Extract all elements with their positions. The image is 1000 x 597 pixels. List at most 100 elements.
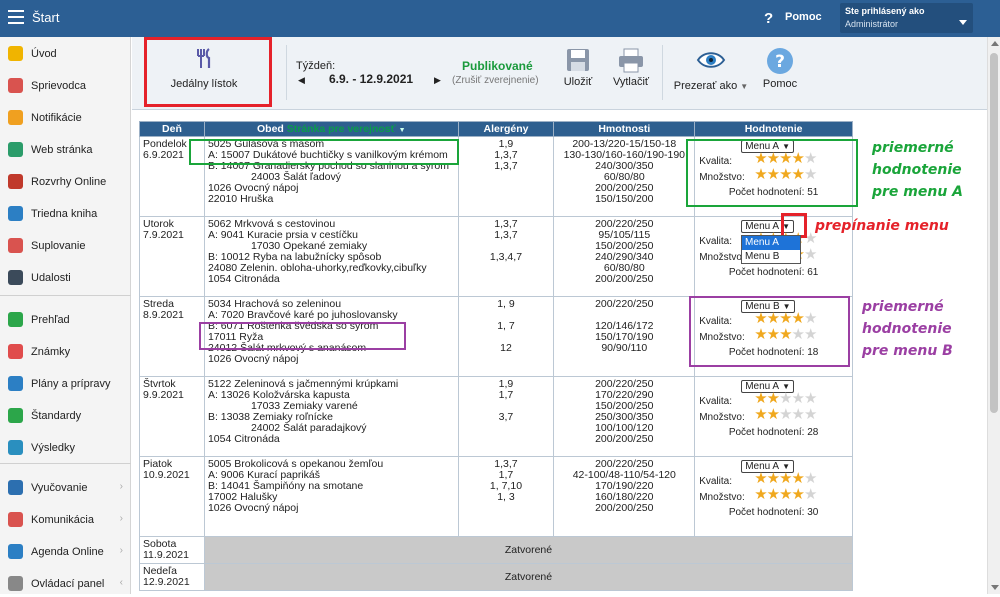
- allergen-line: 1,3,7: [494, 229, 518, 241]
- events-icon: [8, 270, 23, 285]
- sidebar-item-8[interactable]: Prehľad: [0, 307, 131, 333]
- star-icon[interactable]: ★: [779, 470, 792, 487]
- eye-icon: [696, 52, 726, 68]
- allergen-line: [462, 423, 551, 434]
- next-week-arrow-icon[interactable]: ▶: [434, 75, 441, 86]
- folder-icon: [8, 480, 23, 495]
- sidebar-item-label: Triedna kniha: [31, 208, 98, 220]
- annotation-box-green-menu-a: [189, 139, 459, 165]
- weight-line: 90/90/110: [601, 342, 648, 354]
- wand-icon: [8, 78, 23, 93]
- star-icon[interactable]: ★: [754, 470, 767, 487]
- help-link[interactable]: Pomoc: [785, 11, 822, 23]
- star-icon[interactable]: ★: [804, 246, 817, 263]
- weight-cell: 200/220/250 170/220/290 150/200/250 250/300…: [553, 376, 696, 457]
- chevron-right-icon[interactable]: ›: [120, 513, 123, 524]
- help-circle-icon: ?: [767, 48, 793, 74]
- person-icon: [8, 238, 23, 253]
- allergen-line: 1,3,4,7: [489, 251, 523, 263]
- quantity-stars[interactable]: ★★★★★: [754, 486, 817, 503]
- toolbar-divider: [662, 45, 663, 100]
- star-icon[interactable]: ★: [779, 390, 792, 407]
- quality-stars[interactable]: ★★★★★: [754, 470, 817, 487]
- view-as-text: Prezerať ako: [673, 80, 738, 92]
- star-icon[interactable]: ★: [754, 486, 767, 503]
- quantity-stars[interactable]: ★★★★★: [754, 406, 817, 423]
- star-icon[interactable]: ★: [767, 406, 780, 423]
- star-icon[interactable]: ★: [792, 486, 805, 503]
- sidebar-item-14[interactable]: Komunikácia ›: [0, 507, 131, 533]
- quality-stars[interactable]: ★★★★★: [754, 390, 817, 407]
- sidebar-item-9[interactable]: Známky: [0, 339, 131, 365]
- star-icon[interactable]: ★: [767, 390, 780, 407]
- allergen-line: 1,7: [498, 389, 514, 401]
- star-icon[interactable]: ★: [804, 470, 817, 487]
- sidebar-item-2[interactable]: Notifikácie: [0, 105, 131, 131]
- star-icon[interactable]: ★: [754, 406, 767, 423]
- sidebar-item-6[interactable]: Suplovanie: [0, 233, 131, 259]
- weight-cell: 200/220/250 95/105/115 150/200/250 240/290/…: [553, 216, 696, 297]
- envelope-icon: [8, 110, 23, 125]
- scrollbar[interactable]: [987, 37, 1000, 594]
- star-icon[interactable]: ★: [767, 486, 780, 503]
- prev-week-arrow-icon[interactable]: ◀: [298, 75, 305, 86]
- star-icon[interactable]: ★: [767, 470, 780, 487]
- hamburger-menu-icon[interactable]: [8, 10, 24, 24]
- chevron-right-icon[interactable]: ›: [120, 481, 123, 492]
- sidebar-item-12[interactable]: Výsledky: [0, 435, 131, 461]
- star-icon[interactable]: ★: [804, 406, 817, 423]
- meal-line: 1054 Citronáda: [207, 433, 280, 445]
- menu-dropdown-list[interactable]: Menu A Menu B: [741, 235, 801, 264]
- allergen-line: [462, 434, 551, 445]
- day-cell: Štvrtok 9.9.2021: [139, 376, 205, 457]
- meal-cell: 5062 Mrkvová s cestovinou A: 9041 Kuracie…: [203, 216, 459, 297]
- sidebar-item-16[interactable]: Ovládací panel ‹: [0, 571, 131, 597]
- star-icon[interactable]: ★: [792, 390, 805, 407]
- dropdown-option-menu-b[interactable]: Menu B: [742, 250, 800, 264]
- week-label: Týždeň:: [296, 60, 336, 72]
- view-as-button[interactable]: Prezerať ako ▼: [672, 49, 750, 92]
- sidebar-item-5[interactable]: Triedna kniha: [0, 201, 131, 227]
- col-hmotnosti: Hmotnosti: [553, 121, 696, 137]
- weight-line: 200/200/250: [595, 433, 654, 445]
- star-icon[interactable]: ★: [754, 390, 767, 407]
- sidebar-item-11[interactable]: Štandardy: [0, 403, 131, 429]
- allergen-line: 1,3,7: [494, 160, 518, 172]
- save-button[interactable]: Uložiť: [558, 47, 598, 88]
- sidebar-item-1[interactable]: Sprievodca: [0, 73, 131, 99]
- sidebar-item-7[interactable]: Udalosti: [0, 265, 131, 291]
- scroll-up-icon[interactable]: [991, 41, 999, 46]
- help-question-icon[interactable]: ?: [764, 10, 773, 27]
- menu-table-area: Deň Obed Stránka pre verejnosť ▼ Alergén…: [132, 110, 987, 594]
- scroll-thumb[interactable]: [990, 53, 998, 413]
- sidebar-item-15[interactable]: Agenda Online ›: [0, 539, 131, 565]
- dropdown-option-menu-a[interactable]: Menu A: [742, 236, 800, 250]
- user-menu[interactable]: Ste prihlásený ako Administrátor: [840, 3, 973, 33]
- top-bar: Štart ? Pomoc Ste prihlásený ako Adminis…: [0, 0, 1000, 37]
- sidebar-item-10[interactable]: Plány a prípravy: [0, 371, 131, 397]
- collapse-sidebar-icon[interactable]: ‹: [120, 577, 123, 588]
- sidebar-item-13[interactable]: Vyučovanie ›: [0, 475, 131, 501]
- sidebar-item-4[interactable]: Rozvrhy Online: [0, 169, 131, 195]
- user-caption: Ste prihlásený ako: [845, 6, 925, 16]
- star-icon[interactable]: ★: [804, 390, 817, 407]
- scroll-down-icon[interactable]: [991, 585, 999, 590]
- public-page-link[interactable]: Stránka pre verejnosť: [287, 123, 396, 135]
- sidebar-item-label: Notifikácie: [31, 112, 82, 124]
- sidebar-item-label: Plány a prípravy: [31, 378, 111, 390]
- star-icon[interactable]: ★: [792, 406, 805, 423]
- help-button[interactable]: ? Pomoc: [758, 47, 802, 90]
- sidebar-item-3[interactable]: Web stránka: [0, 137, 131, 163]
- star-icon[interactable]: ★: [779, 486, 792, 503]
- quantity-row: Množstvo:★★★★★: [698, 486, 849, 505]
- print-button[interactable]: Vytlačiť: [608, 47, 654, 88]
- star-icon[interactable]: ★: [792, 470, 805, 487]
- anno-line: pre menu A: [872, 184, 964, 200]
- sidebar-item-0[interactable]: Úvod: [0, 41, 131, 67]
- unpublish-link[interactable]: (Zrušiť zverejnenie): [452, 75, 539, 86]
- star-icon[interactable]: ★: [779, 406, 792, 423]
- star-icon[interactable]: ★: [804, 486, 817, 503]
- chevron-right-icon[interactable]: ›: [120, 545, 123, 556]
- sidebar-divider: [0, 295, 131, 296]
- sidebar-item-label: Komunikácia: [31, 514, 94, 526]
